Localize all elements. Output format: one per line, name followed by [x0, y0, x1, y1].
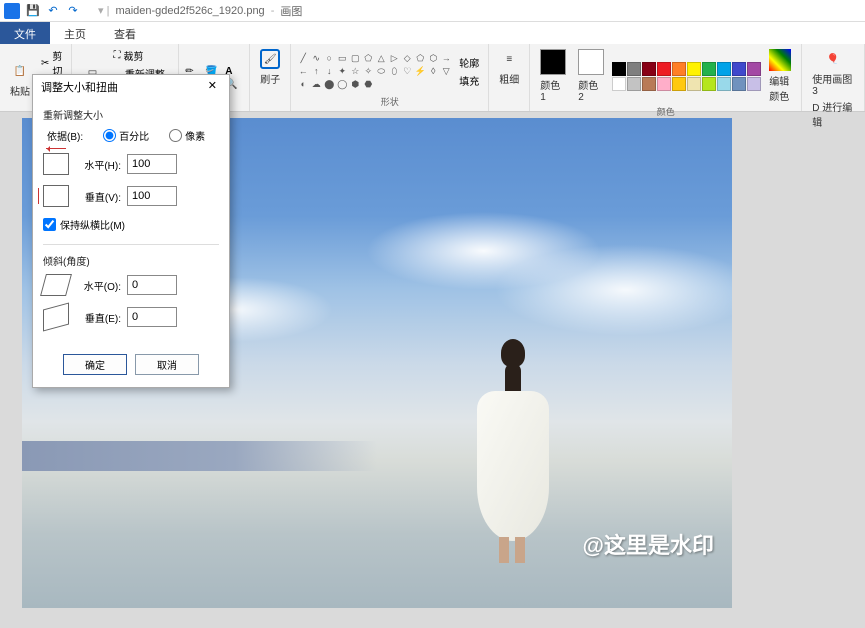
- resize-section-title: 重新调整大小: [43, 107, 219, 122]
- app-name: 画图: [280, 3, 302, 19]
- radio-percent[interactable]: 百分比: [103, 128, 149, 143]
- separator: ▾ |: [98, 4, 109, 17]
- horizontal-label: 水平(H):: [75, 157, 121, 172]
- redo-icon[interactable]: ↷: [66, 4, 80, 18]
- color-swatch[interactable]: [702, 77, 716, 91]
- color-swatch[interactable]: [732, 77, 746, 91]
- horizontal-input[interactable]: [127, 154, 177, 174]
- paste-label: 粘贴: [10, 83, 30, 98]
- color2-swatch: [578, 49, 604, 75]
- size-button[interactable]: ≡ 粗细: [495, 47, 523, 88]
- filename: maiden-gded2f526c_1920.png: [115, 5, 264, 17]
- skew-v-label: 垂直(E):: [75, 310, 121, 325]
- color-swatch[interactable]: [657, 62, 671, 76]
- shapes-label: 形状: [297, 95, 482, 108]
- titlebar: 💾 ↶ ↷ ▾ | maiden-gded2f526c_1920.png - 画…: [0, 0, 865, 22]
- paste-button[interactable]: 📋 粘贴: [6, 59, 34, 100]
- cut-icon: ✂: [41, 58, 49, 69]
- skew-h-icon: [40, 274, 72, 296]
- cancel-button[interactable]: 取消: [135, 354, 199, 375]
- rainbow-icon: [769, 49, 791, 71]
- color-swatch[interactable]: [642, 62, 656, 76]
- crop-icon: ⛶: [113, 50, 120, 61]
- by-label: 依据(B):: [47, 128, 83, 143]
- separator: -: [271, 5, 275, 17]
- color-swatch[interactable]: [687, 62, 701, 76]
- ok-button[interactable]: 确定: [63, 354, 127, 375]
- tab-view[interactable]: 查看: [100, 22, 150, 44]
- color-swatch[interactable]: [732, 62, 746, 76]
- color-swatch[interactable]: [627, 77, 641, 91]
- color-swatch[interactable]: [672, 62, 686, 76]
- color-swatch[interactable]: [747, 77, 761, 91]
- divider: [43, 244, 219, 245]
- dialog-title: 调整大小和扭曲: [41, 79, 118, 95]
- watermark: @这里是水印: [583, 528, 714, 560]
- color1-button[interactable]: 颜色 1: [536, 47, 570, 105]
- vertical-icon: [43, 185, 69, 207]
- edit-colors-button[interactable]: 编辑颜色: [765, 47, 795, 105]
- group-shapes: ╱∿○▭▢⬠△▷◇⬠⬡→ ←↑↓✦☆✧⬭⬯♡⚡◊▽ ◐☁⬤◯⬢⬣ 轮廓 填充 形…: [291, 44, 489, 111]
- color-palette[interactable]: [612, 62, 761, 91]
- group-brushes: 🖌 刷子: [250, 44, 291, 111]
- horizontal-icon: [43, 153, 69, 175]
- color-swatch[interactable]: [687, 77, 701, 91]
- ribbon-tabs: 文件 主页 查看: [0, 22, 865, 44]
- color-swatch[interactable]: [612, 62, 626, 76]
- save-icon[interactable]: 💾: [26, 4, 40, 18]
- color-swatch[interactable]: [627, 62, 641, 76]
- group-paint3d: 🎈 使用画图 3 D 进行编辑: [802, 44, 865, 111]
- vertical-input[interactable]: [127, 186, 177, 206]
- shapes-gallery[interactable]: ╱∿○▭▢⬠△▷◇⬠⬡→ ←↑↓✦☆✧⬭⬯♡⚡◊▽ ◐☁⬤◯⬢⬣: [297, 52, 452, 90]
- shape-outline[interactable]: 轮廓: [456, 54, 482, 71]
- skew-v-input[interactable]: [127, 307, 177, 327]
- color-swatch[interactable]: [717, 77, 731, 91]
- aspect-ratio-checkbox[interactable]: 保持纵横比(M): [43, 217, 219, 232]
- brushes-button[interactable]: 🖌 刷子: [256, 47, 284, 88]
- resize-dialog: 调整大小和扭曲 ✕ 重新调整大小 依据(B): 百分比 像素 水平(H): 垂直…: [32, 74, 230, 388]
- image-figure: [469, 339, 557, 569]
- color-swatch[interactable]: [717, 62, 731, 76]
- image-mountain: [22, 441, 732, 470]
- skew-h-label: 水平(O):: [75, 278, 121, 293]
- tab-file[interactable]: 文件: [0, 22, 50, 44]
- crop-button[interactable]: ⛶裁剪: [110, 47, 172, 64]
- color1-swatch: [540, 49, 566, 75]
- vertical-label: 垂直(V):: [75, 189, 121, 204]
- color-swatch[interactable]: [702, 62, 716, 76]
- undo-icon[interactable]: ↶: [46, 4, 60, 18]
- size-icon: ≡: [499, 49, 519, 69]
- skew-h-input[interactable]: [127, 275, 177, 295]
- color-swatch[interactable]: [657, 77, 671, 91]
- app-icon: [4, 3, 20, 19]
- close-icon[interactable]: ✕: [204, 79, 221, 95]
- color2-button[interactable]: 颜色 2: [574, 47, 608, 105]
- color-swatch[interactable]: [747, 62, 761, 76]
- group-size: ≡ 粗细: [489, 44, 530, 111]
- color-swatch[interactable]: [672, 77, 686, 91]
- paint3d-button[interactable]: 🎈 使用画图 3 D 进行编辑: [808, 47, 858, 131]
- skew-v-icon: [43, 303, 69, 332]
- shape-fill[interactable]: 填充: [456, 72, 482, 89]
- tab-home[interactable]: 主页: [50, 22, 100, 44]
- dialog-header: 调整大小和扭曲 ✕: [33, 75, 229, 99]
- color-swatch[interactable]: [642, 77, 656, 91]
- skew-section-title: 倾斜(角度): [43, 253, 219, 268]
- radio-pixels[interactable]: 像素: [169, 128, 205, 143]
- group-colors: 颜色 1 颜色 2 编辑颜色 颜色: [530, 44, 802, 111]
- brush-icon: 🖌: [260, 49, 280, 69]
- quick-access-toolbar: 💾 ↶ ↷: [26, 4, 80, 18]
- paint3d-icon: 🎈: [823, 49, 843, 69]
- paste-icon: 📋: [10, 61, 30, 81]
- colors-label: 颜色: [536, 105, 795, 118]
- color-swatch[interactable]: [612, 77, 626, 91]
